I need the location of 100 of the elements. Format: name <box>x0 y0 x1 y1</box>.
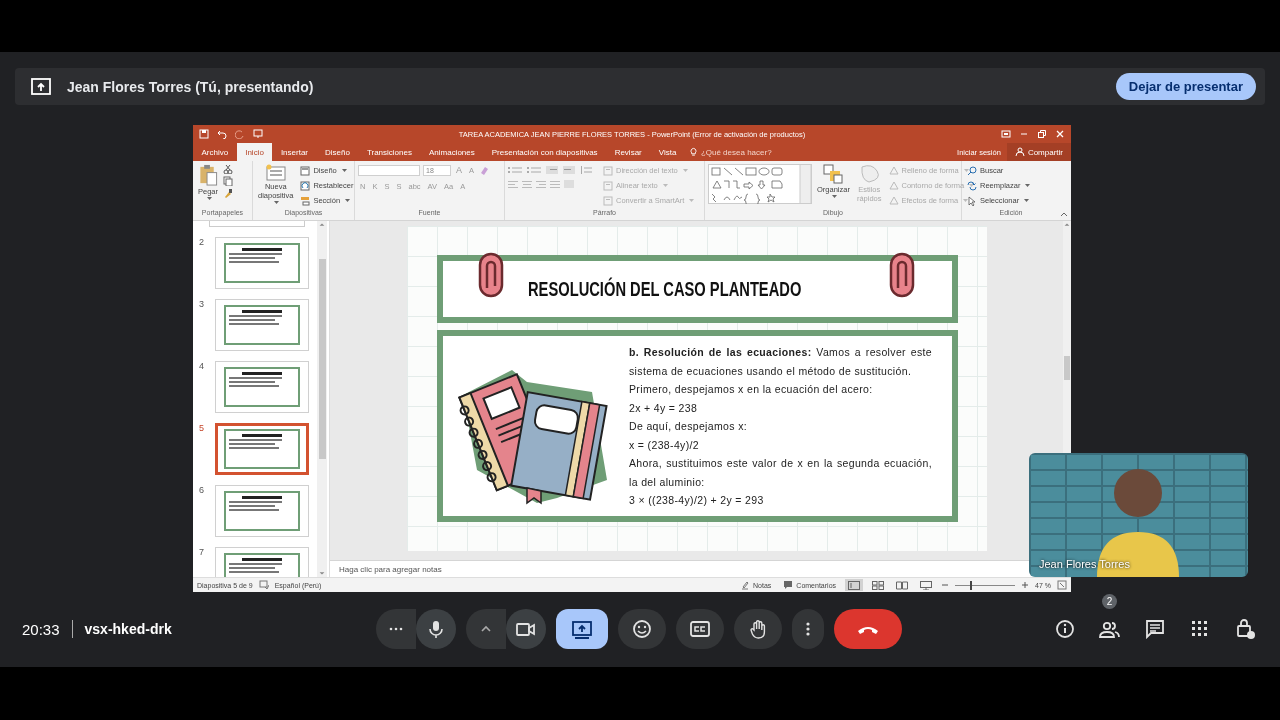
align-center-icon <box>522 180 532 189</box>
caret-icon <box>963 169 969 172</box>
slide-number: 7 <box>199 547 205 559</box>
ribbon-tab[interactable]: Animaciones <box>420 143 484 161</box>
slide-text: x = (238-4y)/2 <box>629 437 700 453</box>
slide-thumbnail[interactable] <box>215 423 309 475</box>
smiley-icon <box>632 619 652 639</box>
slide-text: 3 × ((238-4y)/2) + 2y = 293 <box>629 493 765 508</box>
reactions-button[interactable] <box>618 609 666 649</box>
slide-text: Primero, despejamos x en la ecuación del acero: <box>629 382 874 397</box>
paperclip-icon <box>889 252 915 298</box>
microphone-icon <box>427 620 445 638</box>
hand-icon <box>749 619 767 639</box>
chat-icon <box>1145 619 1165 639</box>
text-format-icon <box>603 165 613 176</box>
slide-number: 5 <box>199 423 205 435</box>
person-icon <box>1014 147 1025 157</box>
styles-icon <box>859 164 880 184</box>
caret-icon <box>1025 184 1031 187</box>
slide-text: 2x + 4y = 238 <box>629 400 699 416</box>
slide-thumbnail[interactable] <box>209 221 305 227</box>
stop-presenting-button[interactable]: Dejar de presentar <box>1115 73 1256 100</box>
ribbon-tab[interactable]: Transiciones <box>358 143 421 161</box>
camera-icon <box>516 620 536 638</box>
justify-icon <box>550 180 560 189</box>
close-icon <box>1055 129 1065 139</box>
ribbon-display-icon <box>1001 129 1011 139</box>
shape-format-icon <box>888 165 899 176</box>
slide-text: b. Resolución de las ecuaciones: Vamos a resolver este sistema de ecuaciones usando el método de sustitución. <box>629 345 932 379</box>
apps-grid-icon <box>1190 619 1210 639</box>
tell-me-field[interactable]: ¿Qué desea hacer? <box>700 147 772 157</box>
increase-indent-icon <box>563 166 575 175</box>
participant-name: Jean Flores Torres <box>1039 558 1130 570</box>
eraser-icon <box>479 165 490 175</box>
grow-font-button[interactable]: A <box>454 164 464 176</box>
slide-number: 3 <box>199 299 205 311</box>
arrange-icon <box>823 164 844 184</box>
slider-thumb[interactable] <box>970 580 973 590</box>
undo-icon <box>217 129 227 139</box>
present-screen-icon <box>572 619 592 639</box>
share-button[interactable]: Compartir <box>1006 143 1071 161</box>
shape-format-icon <box>888 180 899 191</box>
raise-hand-button[interactable] <box>734 609 782 649</box>
slide-title: RESOLUCIÓN DEL CASO PLANTEADO <box>528 277 802 301</box>
more-vert-button[interactable] <box>792 609 824 649</box>
end-call-button[interactable] <box>834 609 902 649</box>
view-button[interactable] <box>845 579 864 591</box>
caret-icon <box>1024 199 1030 202</box>
normal-view-icon <box>848 580 861 590</box>
line-spacing-icon <box>580 166 592 175</box>
caret-icon <box>341 169 347 172</box>
ribbon-tab[interactable]: Revisar <box>606 143 651 161</box>
caret-icon <box>689 199 695 202</box>
ribbon-tab[interactable]: Diseño <box>316 143 359 161</box>
cursor-icon <box>967 195 977 206</box>
people-icon <box>1099 619 1121 639</box>
ribbon-tab[interactable]: Insertar <box>272 143 317 161</box>
decrease-indent-icon <box>546 166 558 175</box>
caret-icon <box>831 195 837 198</box>
book-view-icon <box>896 580 909 590</box>
zoom-in-icon <box>1021 580 1030 590</box>
replace-icon <box>967 180 977 191</box>
font-name-field[interactable] <box>358 164 420 176</box>
captions-icon <box>690 619 710 639</box>
count-badge: 2 <box>1102 594 1117 609</box>
collapse-icon <box>1060 211 1068 217</box>
fit-slide-icon <box>1057 580 1067 590</box>
search-icon <box>967 165 977 176</box>
copy-icon <box>223 176 233 186</box>
caret-icon <box>969 184 975 187</box>
align-right-icon <box>536 180 546 189</box>
text-format-icon <box>603 180 613 191</box>
notes-field[interactable]: Haga clic para agregar notas <box>330 561 1020 577</box>
presenter-title: Jean Flores Torres (Tú, presentando) <box>67 78 315 95</box>
slide-number: 6 <box>199 485 205 497</box>
lightbulb-icon <box>688 147 698 157</box>
scissors-icon <box>223 164 233 174</box>
lock-person-icon <box>1234 618 1256 640</box>
ribbon-tab[interactable]: Presentación con diapositivas <box>483 143 607 161</box>
meeting-code: vsx-hked-drk <box>84 621 172 637</box>
scrollbar[interactable] <box>317 221 327 577</box>
numbered-list-icon <box>527 166 541 175</box>
slide-number: 2 <box>199 237 205 249</box>
ribbon-tab[interactable]: Archivo <box>193 143 237 161</box>
save-icon <box>199 129 209 139</box>
slideshow-icon <box>253 129 263 139</box>
align-left-icon <box>508 180 518 189</box>
microphone-button[interactable] <box>416 609 456 649</box>
slide-text: De aquí, despejamos x: <box>629 419 748 434</box>
captions-button[interactable] <box>676 609 724 649</box>
layout-icon <box>300 165 311 176</box>
slide-number: 4 <box>199 361 205 373</box>
scroll-thumb[interactable] <box>1064 356 1070 380</box>
camera-button[interactable] <box>506 609 546 649</box>
caret-icon <box>963 199 969 202</box>
ribbon-tab[interactable]: Vista <box>650 143 685 161</box>
brush-icon <box>223 188 233 198</box>
ribbon-tab[interactable]: Inicio <box>236 143 273 161</box>
present-button[interactable] <box>556 609 608 649</box>
caret-icon <box>345 199 351 202</box>
